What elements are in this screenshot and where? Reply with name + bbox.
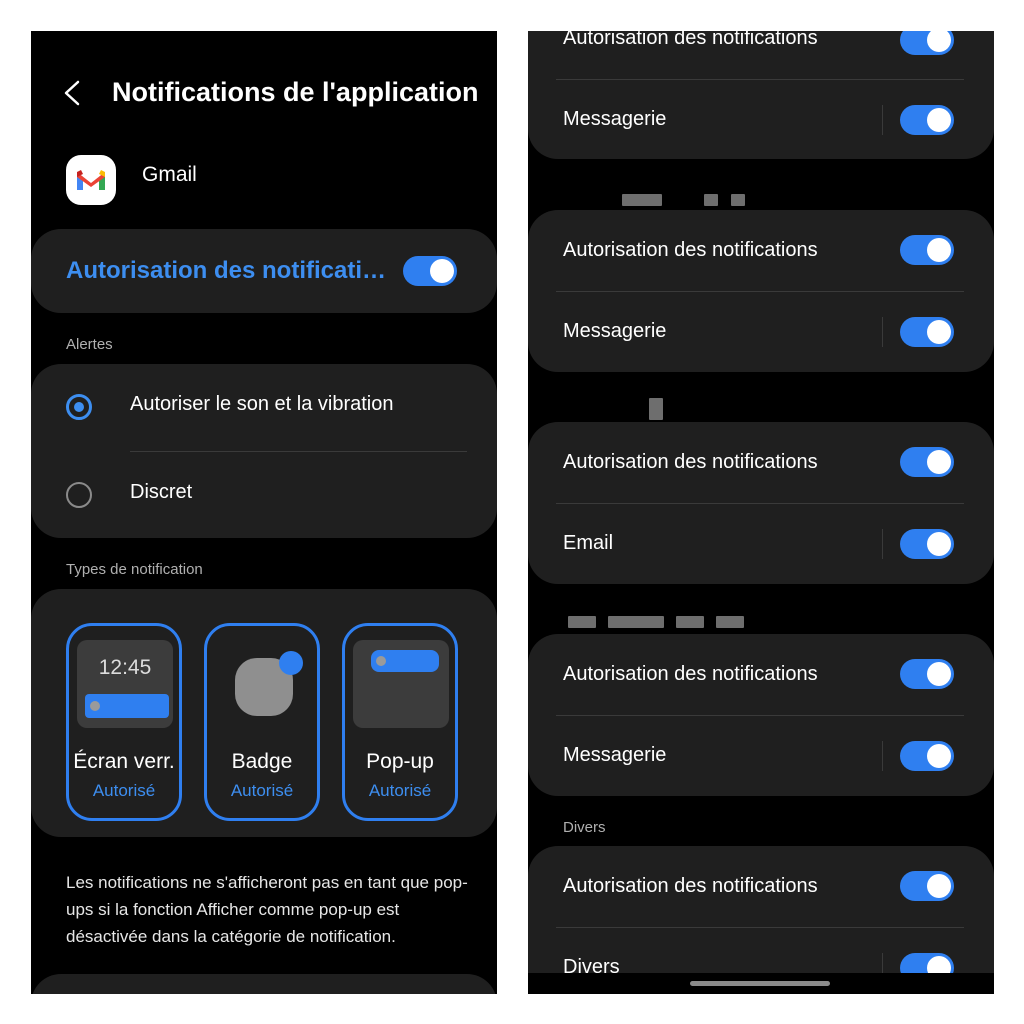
popup-preview: [353, 640, 449, 728]
alerts-card: Autoriser le son et la vibration Discret: [31, 364, 497, 538]
category-toggle-switch[interactable]: [900, 105, 954, 135]
category-toggle-switch[interactable]: [900, 317, 954, 347]
type-status: Autorisé: [92, 781, 156, 800]
badge-dot-icon: [279, 651, 303, 675]
type-status: Autorisé: [230, 781, 294, 800]
redacted-section-label: [568, 616, 596, 628]
category-row-label: Autorisation des notifications: [563, 451, 818, 473]
separator: [882, 529, 883, 559]
category-row-label: Messagerie: [563, 320, 667, 342]
type-popup-option[interactable]: Pop-up Autorisé: [342, 623, 458, 821]
redacted-section-label: [676, 616, 704, 628]
redacted-section-label: [608, 616, 664, 628]
notification-categories-screen: Autorisation des notifications Messageri…: [528, 31, 994, 994]
next-card: [31, 974, 497, 994]
type-name: Pop-up: [366, 750, 434, 773]
redacted-section-label: [731, 194, 745, 206]
category-toggle-switch[interactable]: [900, 447, 954, 477]
category-toggle-switch[interactable]: [900, 741, 954, 771]
divider: [130, 451, 467, 452]
category-row-label: Email: [563, 532, 614, 554]
page-title: Notifications de l'application: [112, 77, 479, 107]
type-badge-option[interactable]: Badge Autorisé: [204, 623, 320, 821]
home-indicator[interactable]: [690, 981, 830, 986]
separator: [882, 317, 883, 347]
redacted-section-label: [622, 194, 662, 206]
master-toggle-row[interactable]: Autorisation des notificati…: [31, 229, 497, 313]
category-toggle-switch[interactable]: [900, 529, 954, 559]
redacted-section-label: [716, 616, 744, 628]
master-toggle-switch[interactable]: [403, 256, 457, 286]
preview-popup-bar: [371, 650, 439, 672]
category-row-label: Autorisation des notifications: [563, 875, 818, 897]
divider: [556, 79, 964, 80]
gmail-logo-icon: [66, 155, 116, 205]
app-notifications-screen: Notifications de l'application Gmail Aut…: [31, 31, 497, 994]
divider: [556, 291, 964, 292]
lockscreen-preview: 12:45: [77, 640, 173, 728]
category-toggle-switch[interactable]: [900, 659, 954, 689]
category-row-label: Messagerie: [563, 108, 667, 130]
separator: [882, 741, 883, 771]
category-row-label: Autorisation des notifications: [563, 31, 818, 49]
master-toggle-label: Autorisation des notificati…: [66, 257, 387, 284]
category-toggle-switch[interactable]: [900, 31, 954, 55]
type-name: Badge: [231, 750, 293, 773]
app-name: Gmail: [142, 163, 197, 186]
category-row-label: Autorisation des notifications: [563, 663, 818, 685]
redacted-section-label: [704, 194, 718, 206]
separator: [882, 105, 883, 135]
category-row-label: Messagerie: [563, 744, 667, 766]
divers-section-label: Divers: [563, 819, 606, 836]
divider: [556, 927, 964, 928]
divider: [556, 503, 964, 504]
alert-option-label: Autoriser le son et la vibration: [130, 393, 394, 415]
preview-time: 12:45: [98, 656, 152, 679]
type-status: Autorisé: [368, 781, 432, 800]
header: Notifications de l'application: [31, 71, 497, 115]
alert-option-label: Discret: [130, 481, 193, 503]
type-lockscreen-option[interactable]: 12:45 Écran verr. Autorisé: [66, 623, 182, 821]
preview-notification-bar: [85, 694, 169, 718]
redacted-section-label: [649, 398, 663, 420]
popup-info-note: Les notifications ne s'afficheront pas e…: [66, 873, 468, 946]
alerts-section-label: Alertes: [66, 336, 113, 353]
divider: [556, 715, 964, 716]
radio-selected-icon[interactable]: [66, 394, 92, 420]
app-info: Gmail: [66, 155, 366, 205]
category-toggle-switch[interactable]: [900, 871, 954, 901]
type-name: Écran verr.: [73, 750, 175, 773]
category-toggle-switch[interactable]: [900, 235, 954, 265]
chevron-left-icon[interactable]: [63, 80, 81, 106]
radio-unselected-icon[interactable]: [66, 482, 92, 508]
category-row-label: Autorisation des notifications: [563, 239, 818, 261]
types-section-label: Types de notification: [66, 561, 203, 578]
